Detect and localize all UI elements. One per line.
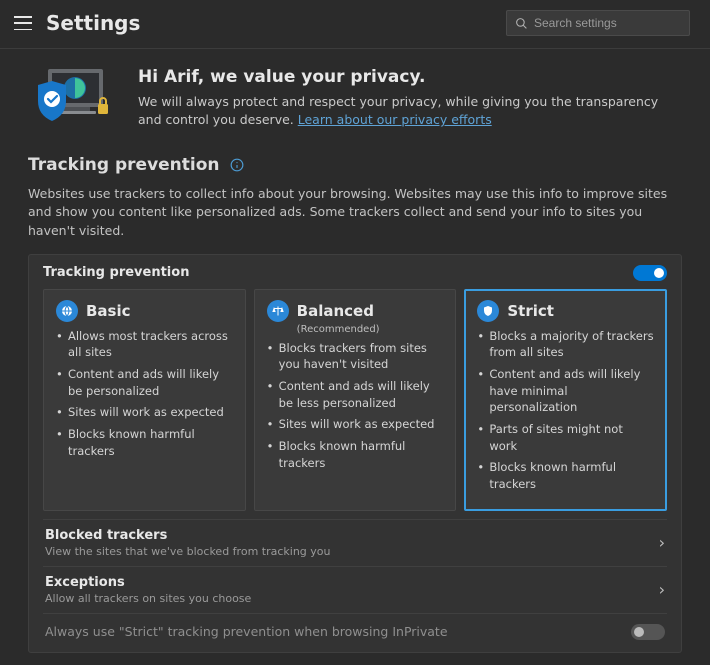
card-strict[interactable]: Strict Blocks a majority of trackers fro… <box>464 289 667 511</box>
exceptions-desc: Allow all trackers on sites you choose <box>45 592 251 605</box>
card-strict-b3: Parts of sites might not work <box>477 421 654 454</box>
card-strict-b4: Blocks known harmful trackers <box>477 459 654 492</box>
blocked-trackers-row[interactable]: Blocked trackers View the sites that we'… <box>43 519 667 566</box>
shield-icon <box>477 300 499 322</box>
hamburger-menu-icon[interactable] <box>14 16 32 30</box>
blocked-trackers-desc: View the sites that we've blocked from t… <box>45 545 331 558</box>
search-input[interactable] <box>534 16 681 30</box>
card-basic[interactable]: Basic Allows most trackers across all si… <box>43 289 246 511</box>
chevron-right-icon: › <box>659 533 665 552</box>
chevron-right-icon: › <box>659 580 665 599</box>
inprivate-strict-row: Always use "Strict" tracking prevention … <box>43 613 667 644</box>
tracking-panel: Tracking prevention Basic Allows most tr… <box>28 254 682 653</box>
panel-label: Tracking prevention <box>43 265 189 280</box>
card-basic-b1: Allows most trackers across all sites <box>56 328 233 361</box>
inprivate-strict-toggle[interactable] <box>631 624 665 640</box>
privacy-efforts-link[interactable]: Learn about our privacy efforts <box>298 112 492 127</box>
search-box[interactable] <box>506 10 690 36</box>
card-strict-b1: Blocks a majority of trackers from all s… <box>477 328 654 361</box>
exceptions-title: Exceptions <box>45 575 251 590</box>
banner-body: We will always protect and respect your … <box>138 93 682 129</box>
section-desc-tracking: Websites use trackers to collect info ab… <box>28 185 682 239</box>
privacy-illustration <box>28 67 116 129</box>
card-basic-title: Basic <box>86 302 131 320</box>
card-balanced-subtitle: (Recommended) <box>297 324 444 335</box>
balance-scale-icon <box>267 300 289 322</box>
search-icon <box>515 17 528 30</box>
card-basic-b4: Blocks known harmful trackers <box>56 426 233 459</box>
card-balanced-b1: Blocks trackers from sites you haven't v… <box>267 340 444 373</box>
card-strict-b2: Content and ads will likely have minimal… <box>477 366 654 416</box>
privacy-banner: Hi Arif, we value your privacy. We will … <box>28 67 682 129</box>
inprivate-label: Always use "Strict" tracking prevention … <box>45 624 448 639</box>
top-bar: Settings <box>0 0 710 49</box>
card-balanced-b4: Blocks known harmful trackers <box>267 438 444 471</box>
card-basic-b2: Content and ads will likely be personali… <box>56 366 233 399</box>
card-basic-b3: Sites will work as expected <box>56 404 233 421</box>
info-icon[interactable] <box>230 158 244 172</box>
globe-icon <box>56 300 78 322</box>
card-balanced-title: Balanced <box>297 302 374 320</box>
exceptions-row[interactable]: Exceptions Allow all trackers on sites y… <box>43 566 667 613</box>
banner-heading: Hi Arif, we value your privacy. <box>138 67 682 87</box>
card-balanced-b3: Sites will work as expected <box>267 416 444 433</box>
tracking-toggle[interactable] <box>633 265 667 281</box>
page-title: Settings <box>46 11 140 35</box>
card-balanced-b2: Content and ads will likely be less pers… <box>267 378 444 411</box>
card-balanced[interactable]: Balanced (Recommended) Blocks trackers f… <box>254 289 457 511</box>
blocked-trackers-title: Blocked trackers <box>45 528 331 543</box>
section-title-tracking: Tracking prevention <box>28 155 220 175</box>
card-strict-title: Strict <box>507 302 554 320</box>
